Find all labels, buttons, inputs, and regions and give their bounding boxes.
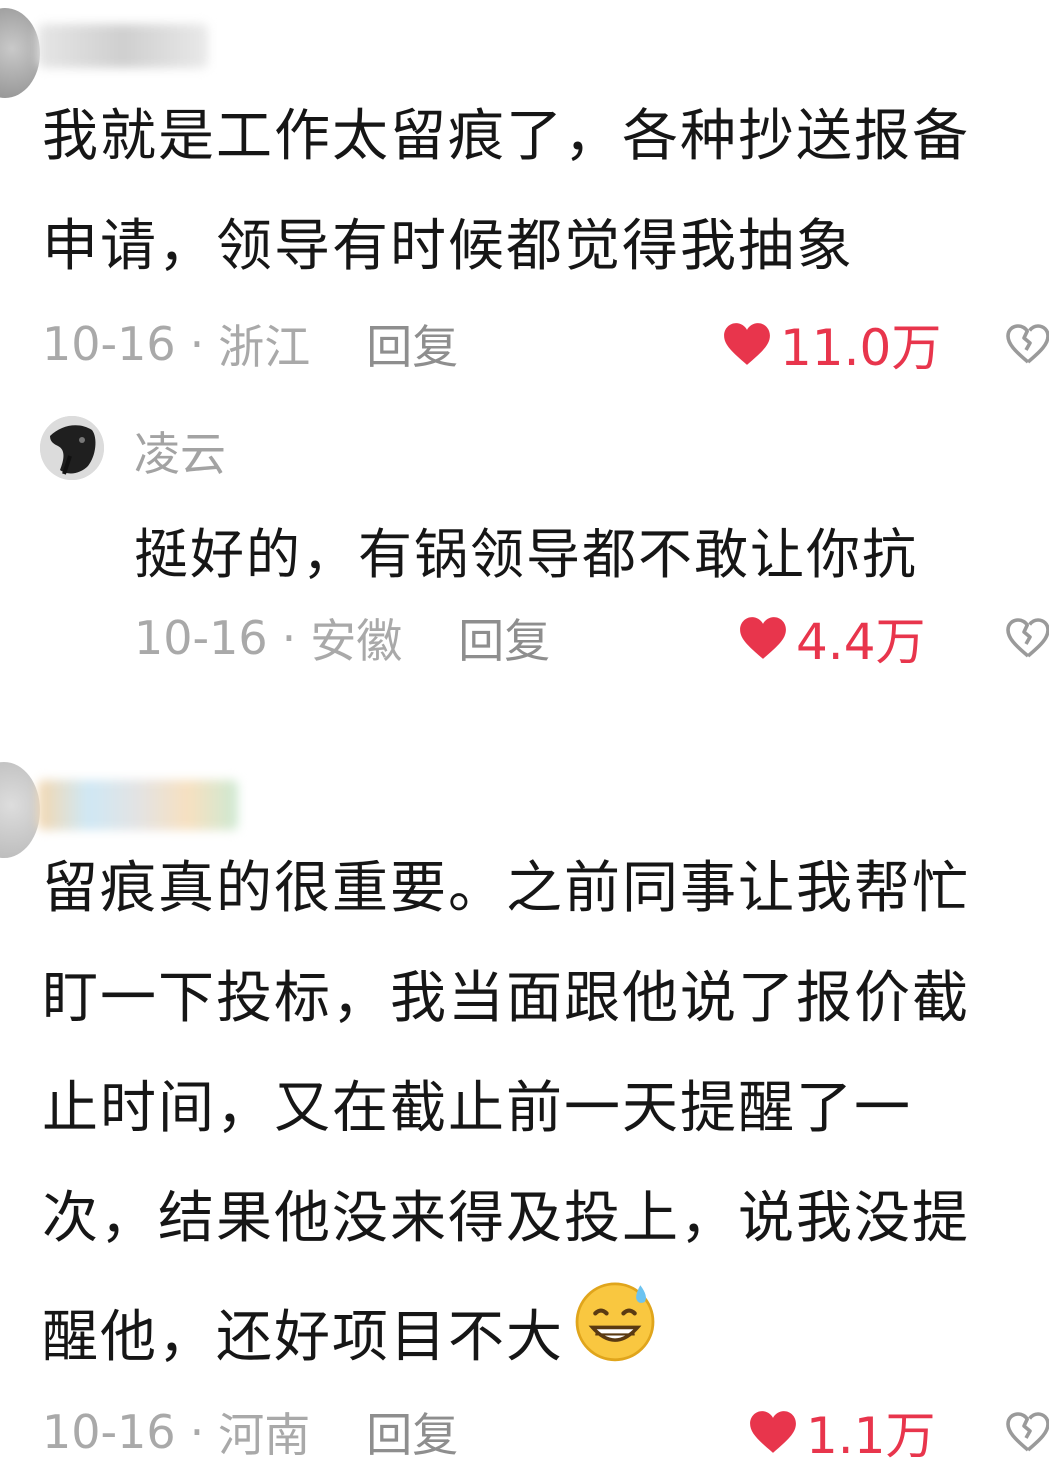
like-count: 1.1万 [806, 1407, 936, 1465]
avatar-image [40, 416, 104, 480]
comment-location: 河南 [218, 1408, 311, 1462]
dislike-button[interactable] [1004, 616, 1049, 664]
comment-text-line: 醒他，还好项目不大 [42, 1274, 660, 1401]
reply-button[interactable]: 回复 [458, 605, 550, 671]
reply-avatar[interactable] [40, 416, 104, 480]
meta-separator: · [189, 317, 205, 371]
comment-meta: 10-16 · 河南 回复 [42, 1402, 458, 1462]
comment-meta: 10-16 · 浙江 回复 [42, 314, 458, 374]
dislike-button[interactable] [1004, 322, 1049, 370]
reply-text: 挺好的，有锅领导都不敢让你抗 [134, 523, 918, 586]
heart-icon [724, 323, 770, 365]
reply-author[interactable]: 凌云 [134, 418, 226, 484]
comment-text-line: 我就是工作太留痕了，各种抄送报备 [42, 104, 970, 169]
reply-location: 安徽 [310, 614, 403, 668]
like-count: 11.0万 [780, 319, 942, 377]
comment-date: 10-16 [42, 1405, 176, 1459]
heart-icon [740, 617, 786, 659]
meta-separator: · [281, 611, 297, 665]
comment-text-fragment: 醒他，还好项目不大 [42, 1304, 564, 1370]
meta-separator: · [189, 1405, 205, 1459]
reply-meta: 10-16 · 安徽 回复 [134, 608, 550, 668]
heart-icon [750, 1411, 796, 1453]
broken-heart-icon [1006, 618, 1049, 658]
dislike-button[interactable] [1004, 1410, 1049, 1458]
reply-button[interactable]: 回复 [366, 311, 458, 377]
broken-heart-icon [1006, 1412, 1049, 1452]
like-count: 4.4万 [796, 613, 926, 671]
reply-button[interactable]: 回复 [366, 1399, 458, 1465]
comment-date: 10-16 [42, 317, 176, 371]
comment-location: 浙江 [218, 320, 311, 374]
username-blurred[interactable] [38, 24, 208, 68]
comment-text-line: 盯一下投标，我当面跟他说了报价截 [42, 966, 970, 1031]
username-blurred[interactable] [38, 780, 238, 830]
like-button[interactable]: 11.0万 [722, 312, 941, 377]
reply-date: 10-16 [134, 611, 268, 665]
comment-text-line: 止时间，又在截止前一天提醒了一 [42, 1076, 912, 1141]
sweat-smile-emoji-icon [570, 1274, 660, 1401]
comment-text-line: 留痕真的很重要。之前同事让我帮忙 [42, 856, 970, 921]
like-button[interactable]: 1.1万 [748, 1400, 936, 1465]
like-button[interactable]: 4.4万 [738, 606, 926, 671]
avatar[interactable] [0, 8, 40, 98]
comment-text-line: 申请，领导有时候都觉得我抽象 [42, 214, 854, 279]
broken-heart-icon [1006, 324, 1049, 364]
avatar[interactable] [0, 762, 40, 858]
comment-text-line: 次，结果他没来得及投上，说我没提 [42, 1186, 970, 1251]
